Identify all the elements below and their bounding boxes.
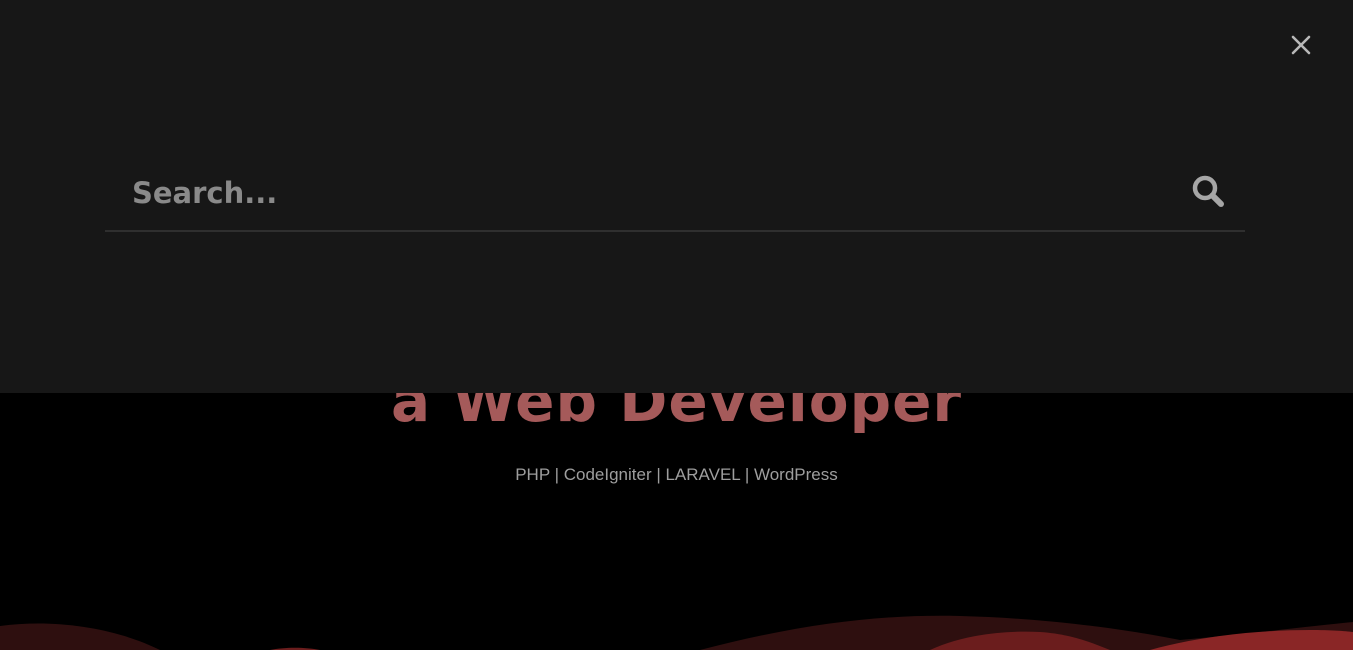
decorative-waves (0, 615, 1353, 650)
search-submit-button[interactable] (1190, 173, 1228, 211)
close-search-button[interactable] (1286, 30, 1316, 60)
wave-back (0, 623, 160, 650)
search-overlay (0, 0, 1353, 393)
hero-subtitle: PHP | CodeIgniter | LARAVEL | WordPress (515, 465, 838, 484)
close-icon (1291, 35, 1311, 55)
search-form (105, 155, 1245, 232)
search-input[interactable] (130, 155, 1174, 231)
search-icon (1192, 175, 1224, 207)
